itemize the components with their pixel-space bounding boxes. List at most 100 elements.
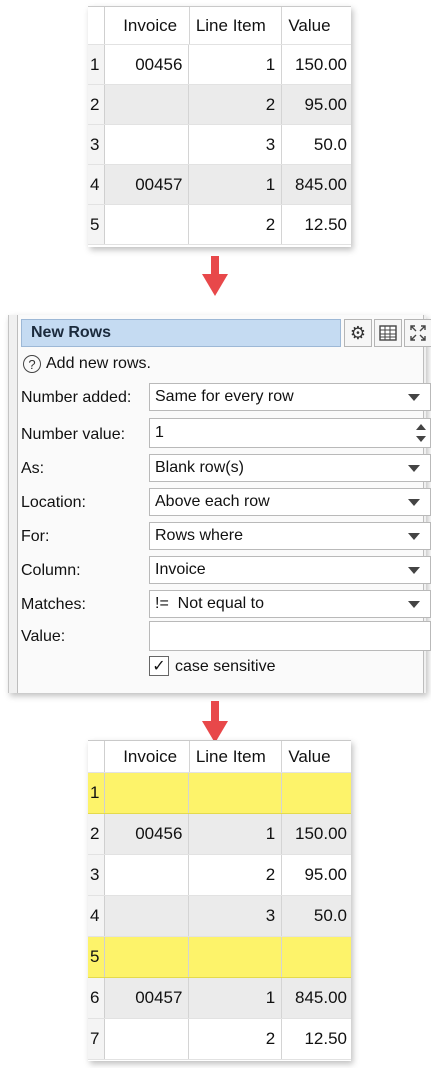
cell-value[interactable]: 845.00 <box>282 978 351 1018</box>
row-number[interactable]: 4 <box>88 165 106 204</box>
row-number[interactable]: 2 <box>88 814 106 854</box>
table-row[interactable]: 5 2 12.50 <box>88 205 351 245</box>
cell-line-item[interactable]: 1 <box>189 814 283 854</box>
cell-value[interactable]: 50.0 <box>282 896 351 936</box>
cell-value[interactable]: 150.00 <box>282 814 351 854</box>
column-header-invoice[interactable]: Invoice <box>105 741 190 772</box>
chevron-down-icon <box>408 533 420 540</box>
for-dropdown[interactable]: Rows where <box>149 522 431 550</box>
cell-line-item[interactable]: 3 <box>189 896 283 936</box>
table-row[interactable]: 3 3 50.0 <box>88 125 351 165</box>
cell-value[interactable] <box>282 773 351 813</box>
row-number[interactable]: 6 <box>88 978 106 1018</box>
row-number[interactable]: 4 <box>88 896 106 936</box>
cell-value[interactable] <box>282 937 351 977</box>
case-sensitive-label: case sensitive <box>175 658 276 675</box>
number-added-dropdown[interactable]: Same for every row <box>149 383 431 411</box>
table-row[interactable]: 4 3 50.0 <box>88 896 351 937</box>
cell-value[interactable]: 12.50 <box>282 1019 351 1059</box>
column-header-value[interactable]: Value <box>282 741 351 772</box>
chevron-down-icon <box>408 394 420 401</box>
table-row[interactable]: 6 00457 1 845.00 <box>88 978 351 1019</box>
cell-value[interactable]: 95.00 <box>282 855 351 895</box>
cell-invoice[interactable] <box>105 85 190 124</box>
cell-invoice[interactable] <box>105 125 190 164</box>
cell-line-item[interactable]: 1 <box>189 45 283 84</box>
new-blank-row[interactable]: 5 <box>88 937 351 978</box>
row-number[interactable]: 1 <box>88 773 106 813</box>
spinner-arrows-icon[interactable] <box>412 419 430 447</box>
table-row[interactable]: 2 00456 1 150.00 <box>88 814 351 855</box>
cell-invoice[interactable]: 00456 <box>105 814 190 854</box>
cell-value[interactable]: 845.00 <box>282 165 351 204</box>
column-header-value[interactable]: Value <box>282 7 351 44</box>
cell-invoice[interactable] <box>105 1019 190 1059</box>
row-number-header <box>88 741 106 772</box>
matches-dropdown[interactable]: != Not equal to <box>149 590 431 618</box>
chevron-down-icon <box>408 601 420 608</box>
cell-value[interactable]: 50.0 <box>282 125 351 164</box>
table-row[interactable]: 3 2 95.00 <box>88 855 351 896</box>
case-sensitive-checkbox[interactable]: ✓ <box>149 656 169 676</box>
cell-value[interactable]: 95.00 <box>282 85 351 124</box>
table-row[interactable]: 2 2 95.00 <box>88 85 351 125</box>
cell-value[interactable]: 150.00 <box>282 45 351 84</box>
value-input[interactable] <box>149 621 431 651</box>
table-header: Invoice Line Item Value <box>88 741 351 773</box>
maximize-icon[interactable] <box>404 319 431 347</box>
row-number[interactable]: 3 <box>88 125 106 164</box>
help-icon[interactable]: ? <box>23 355 41 373</box>
row-number[interactable]: 7 <box>88 1019 106 1059</box>
table-row[interactable]: 4 00457 1 845.00 <box>88 165 351 205</box>
row-number[interactable]: 5 <box>88 205 106 244</box>
table-row[interactable]: 7 2 12.50 <box>88 1019 351 1060</box>
number-value-spinbox[interactable]: 1 <box>149 418 431 448</box>
as-dropdown[interactable]: Blank row(s) <box>149 454 431 482</box>
number-value-label: Number value: <box>21 426 126 443</box>
chevron-down-icon <box>408 499 420 506</box>
column-label: Column: <box>21 562 81 579</box>
column-dropdown[interactable]: Invoice <box>149 556 431 584</box>
cell-invoice[interactable]: 00456 <box>105 45 190 84</box>
chevron-down-icon <box>408 567 420 574</box>
matches-label: Matches: <box>21 596 86 613</box>
row-number[interactable]: 5 <box>88 937 106 977</box>
value-label: Value: <box>21 628 66 645</box>
cell-invoice[interactable]: 00457 <box>105 978 190 1018</box>
as-label: As: <box>21 460 45 477</box>
location-dropdown[interactable]: Above each row <box>149 488 431 516</box>
for-value: Rows where <box>155 527 244 544</box>
row-number[interactable]: 1 <box>88 45 106 84</box>
new-blank-row[interactable]: 1 <box>88 773 351 814</box>
cell-line-item[interactable]: 2 <box>189 205 283 244</box>
cell-invoice[interactable] <box>105 896 190 936</box>
table-row[interactable]: 1 00456 1 150.00 <box>88 45 351 85</box>
cell-value[interactable]: 12.50 <box>282 205 351 244</box>
cell-line-item[interactable]: 1 <box>189 978 283 1018</box>
cell-line-item[interactable]: 2 <box>189 85 283 124</box>
cell-invoice[interactable] <box>105 773 190 813</box>
column-header-line-item[interactable]: Line Item <box>189 741 283 772</box>
cell-line-item[interactable]: 3 <box>189 125 283 164</box>
panel-title: New Rows <box>21 319 341 347</box>
cell-invoice[interactable]: 00457 <box>105 165 190 204</box>
table-header: Invoice Line Item Value <box>88 7 351 45</box>
cell-line-item[interactable] <box>189 773 283 813</box>
cell-invoice[interactable] <box>105 937 190 977</box>
cell-line-item[interactable] <box>189 937 283 977</box>
row-number[interactable]: 2 <box>88 85 106 124</box>
number-value-input[interactable]: 1 <box>155 424 164 442</box>
cell-line-item[interactable]: 2 <box>189 1019 283 1059</box>
cell-invoice[interactable] <box>105 205 190 244</box>
location-value: Above each row <box>155 493 270 510</box>
column-header-line-item[interactable]: Line Item <box>189 7 283 44</box>
new-rows-panel: New Rows ⚙ ? Add new rows. Number added:… <box>8 315 431 693</box>
cell-line-item[interactable]: 1 <box>189 165 283 204</box>
cell-invoice[interactable] <box>105 855 190 895</box>
column-header-invoice[interactable]: Invoice <box>105 7 190 44</box>
table-icon[interactable] <box>374 319 402 347</box>
gears-icon[interactable]: ⚙ <box>344 319 372 347</box>
row-number[interactable]: 3 <box>88 855 106 895</box>
cell-line-item[interactable]: 2 <box>189 855 283 895</box>
chevron-down-icon <box>408 465 420 472</box>
